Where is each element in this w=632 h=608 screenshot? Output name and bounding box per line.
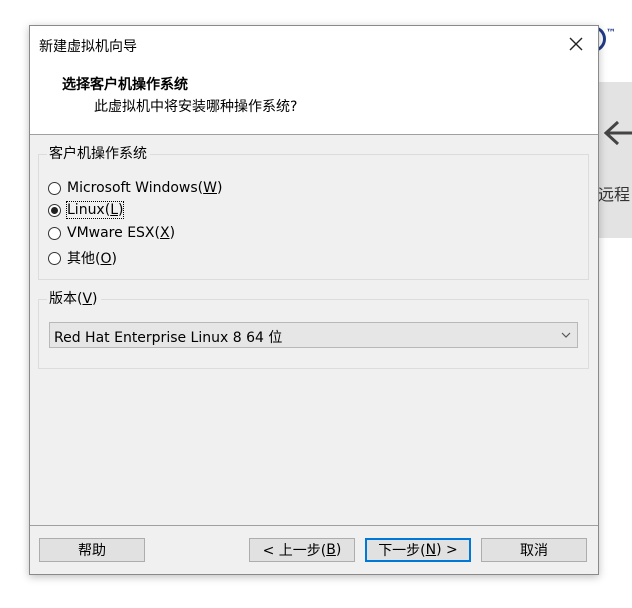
new-vm-wizard-dialog: 新建虚拟机向导 选择客户机操作系统 此虚拟机中将安装哪种操作系统? 客户机操作系… <box>29 25 599 575</box>
chevron-down-icon <box>561 332 571 338</box>
radio-button-icon[interactable] <box>48 181 61 195</box>
wizard-header: 选择客户机操作系统 此虚拟机中将安装哪种操作系统? <box>30 62 598 135</box>
radio-windows[interactable]: Microsoft Windows(W) <box>48 180 222 196</box>
version-group: 版本(V) Red Hat Enterprise Linux 8 64 位 <box>38 291 589 369</box>
wizard-body: 客户机操作系统 Microsoft Windows(W) Linux(L) VM… <box>30 135 598 526</box>
page-title: 选择客户机操作系统 <box>62 77 188 93</box>
radio-linux[interactable]: Linux(L) <box>48 201 125 219</box>
radio-other[interactable]: 其他(O) <box>48 248 117 268</box>
radio-button-icon[interactable] <box>48 251 61 265</box>
guest-os-group: 客户机操作系统 Microsoft Windows(W) Linux(L) VM… <box>38 146 589 280</box>
version-select-value: Red Hat Enterprise Linux 8 64 位 <box>54 330 283 346</box>
radio-label: 其他(O) <box>67 251 117 267</box>
cancel-button[interactable]: 取消 <box>481 538 587 562</box>
window-title: 新建虚拟机向导 <box>39 39 137 55</box>
radio-label: Microsoft Windows(W) <box>67 180 223 196</box>
page-subtitle: 此虚拟机中将安装哪种操作系统? <box>94 99 298 115</box>
version-select[interactable]: Red Hat Enterprise Linux 8 64 位 <box>49 322 578 348</box>
next-button[interactable]: 下一步(N) > <box>365 538 471 562</box>
wizard-footer: 帮助 < 上一步(B) 下一步(N) > 取消 <box>30 526 598 574</box>
version-group-label: 版本(V) <box>47 291 101 307</box>
radio-label: Linux(L) <box>65 201 125 219</box>
help-button[interactable]: 帮助 <box>39 538 145 562</box>
radio-button-icon[interactable] <box>48 226 61 240</box>
background-tm-mark: ™ <box>606 28 616 39</box>
close-icon[interactable] <box>564 32 588 56</box>
radio-button-selected-icon[interactable] <box>48 203 61 217</box>
back-button[interactable]: < 上一步(B) <box>249 538 355 562</box>
background-remote-panel[interactable] <box>598 82 632 238</box>
radio-label: VMware ESX(X) <box>67 225 176 241</box>
guest-os-group-label: 客户机操作系统 <box>47 146 150 162</box>
arrow-left-icon <box>603 120 632 146</box>
title-bar[interactable]: 新建虚拟机向导 <box>30 26 598 62</box>
background-remote-label: 远程 <box>598 185 631 204</box>
radio-vmware-esx[interactable]: VMware ESX(X) <box>48 225 175 241</box>
